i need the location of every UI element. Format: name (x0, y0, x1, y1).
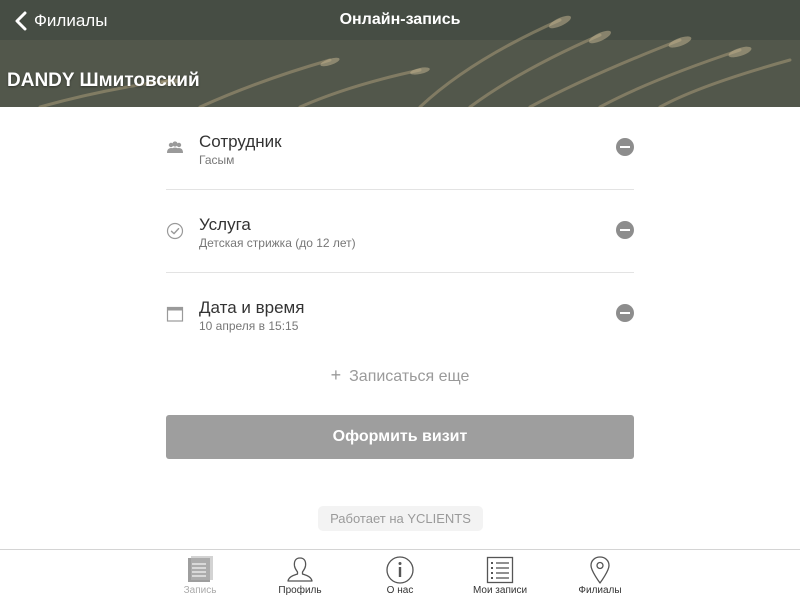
booking-summary-list: Сотрудник Гасым Услуга Детская стрижка (… (166, 107, 634, 356)
tab-booking-label: Запись (183, 585, 217, 596)
plus-icon: + (330, 365, 342, 385)
header-banner: Филиалы Онлайн-запись DANDY Шмитовский (0, 0, 800, 107)
tab-my-bookings[interactable]: Мои записи (460, 550, 540, 600)
info-icon (386, 556, 414, 584)
datetime-title: Дата и время (199, 298, 305, 317)
list-doc-icon (188, 556, 213, 582)
submit-visit-button[interactable]: Оформить визит (166, 415, 634, 459)
team-icon (167, 141, 183, 153)
checklist-icon (486, 556, 514, 584)
add-more-booking-link[interactable]: + Записаться еще (0, 365, 800, 386)
remove-staff-button[interactable] (616, 138, 634, 156)
check-circle-icon (166, 222, 184, 240)
tab-profile[interactable]: Профиль (260, 550, 340, 600)
company-name: DANDY Шмитовский (7, 70, 200, 91)
map-pin-icon (590, 556, 610, 584)
calendar-icon (166, 306, 184, 322)
tab-booking[interactable]: Запись (160, 550, 240, 600)
page-title: Онлайн-запись (339, 11, 461, 28)
tab-about-label: О нас (386, 585, 414, 596)
booking-item-datetime[interactable]: Дата и время 10 апреля в 15:15 (166, 273, 634, 356)
service-title: Услуга (199, 215, 251, 234)
staff-value: Гасым (199, 153, 235, 167)
tab-my-bookings-label: Мои записи (472, 585, 528, 596)
remove-datetime-button[interactable] (616, 304, 634, 322)
booking-item-staff[interactable]: Сотрудник Гасым (166, 107, 634, 190)
remove-service-button[interactable] (616, 221, 634, 239)
tab-branches-label: Филиалы (578, 585, 622, 596)
user-icon (287, 557, 313, 582)
booking-item-service[interactable]: Услуга Детская стрижка (до 12 лет) (166, 190, 634, 273)
bottom-tab-bar: Запись Профиль О нас Мои записи Филиалы (0, 549, 800, 600)
tab-about[interactable]: О нас (360, 550, 440, 600)
add-more-label: Записаться еще (349, 368, 470, 385)
tab-branches[interactable]: Филиалы (560, 550, 640, 600)
datetime-value: 10 апреля в 15:15 (199, 319, 299, 333)
tab-profile-label: Профиль (278, 585, 322, 596)
service-value: Детская стрижка (до 12 лет) (199, 236, 356, 250)
staff-title: Сотрудник (199, 132, 282, 151)
powered-by-badge[interactable]: Работает на YCLIENTS (318, 506, 483, 531)
